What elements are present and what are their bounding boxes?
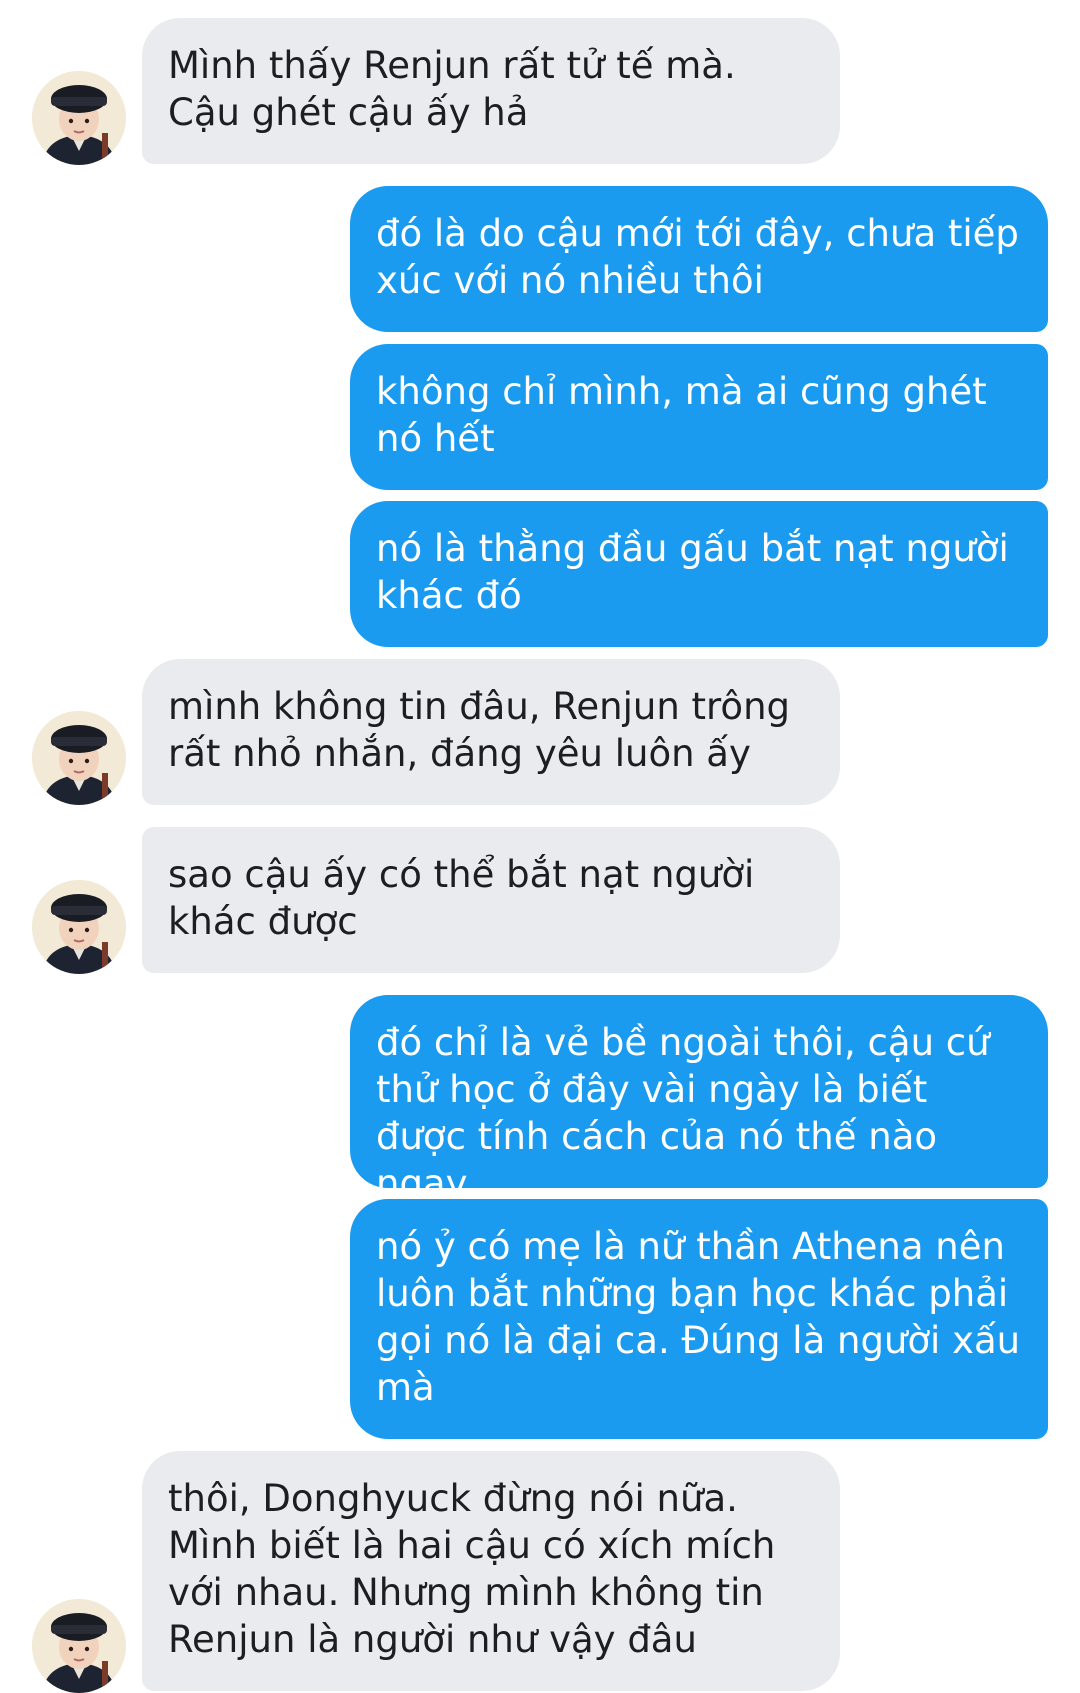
incoming-message-bubble[interactable]: sao cậu ấy có thể bắt nạt người khác đượ… [142,827,840,973]
incoming-message-bubble[interactable]: thôi, Donghyuck đừng nói nữa. Mình biết … [142,1451,840,1691]
outgoing-message-bubble[interactable]: nó ỷ có mẹ là nữ thần Athena nên luôn bắ… [350,1199,1048,1439]
outgoing-message-bubble[interactable]: nó là thằng đầu gấu bắt nạt người khác đ… [350,501,1048,647]
outgoing-message-bubble[interactable]: đó chỉ là vẻ bề ngoài thôi, cậu cứ thử h… [350,995,1048,1205]
child-avatar-icon [32,711,126,805]
incoming-message-bubble[interactable]: mình không tin đâu, Renjun trông rất nhỏ… [142,659,840,805]
child-avatar-icon [32,71,126,165]
contact-avatar[interactable] [32,711,126,805]
outgoing-message-bubble[interactable]: không chỉ mình, mà ai cũng ghét nó hết [350,344,1048,490]
outgoing-message-bubble[interactable]: đó là do cậu mới tới đây, chưa tiếp xúc … [350,186,1048,332]
contact-avatar[interactable] [32,880,126,974]
contact-avatar[interactable] [32,71,126,165]
child-avatar-icon [32,1599,126,1693]
child-avatar-icon [32,880,126,974]
contact-avatar[interactable] [32,1599,126,1693]
incoming-message-bubble[interactable]: Mình thấy Renjun rất tử tế mà. Cậu ghét … [142,18,840,164]
